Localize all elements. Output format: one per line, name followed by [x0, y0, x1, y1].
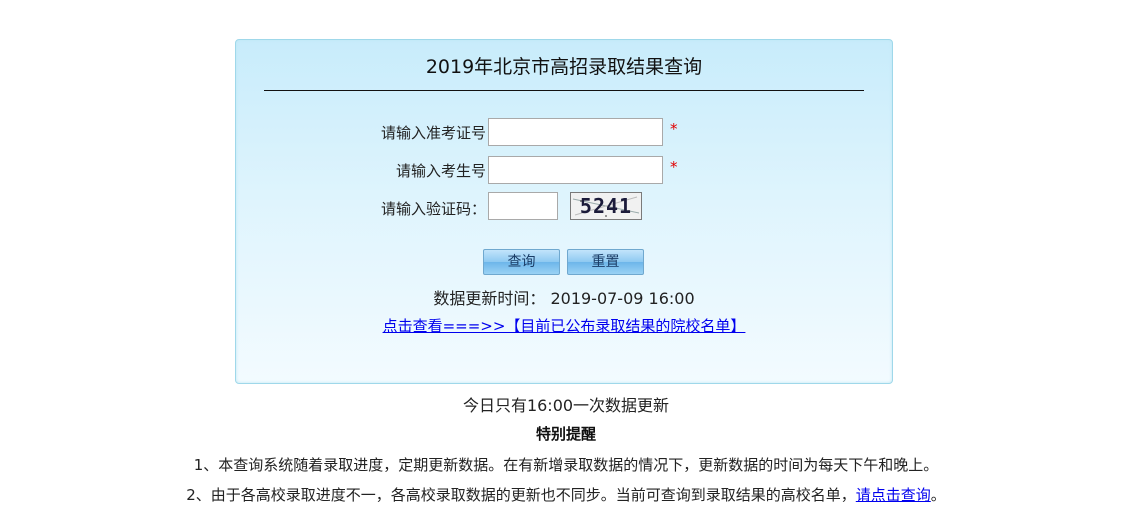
captcha-text: 5241	[579, 194, 633, 218]
update-time-value: 2019-07-09 16:00	[550, 289, 695, 308]
query-schools-link[interactable]: 请点击查询	[856, 486, 931, 504]
notice-item-2: 2、由于各高校录取进度不一，各高校录取数据的更新也不同步。当前可查询到录取结果的…	[0, 484, 1132, 505]
student-no-required-mark: *	[670, 158, 678, 176]
update-time-label: 数据更新时间：	[433, 289, 546, 308]
exam-ticket-label: 请输入准考证号	[380, 124, 486, 142]
notice-title: 特别提醒	[535, 425, 596, 443]
exam-ticket-required-mark: *	[670, 120, 678, 138]
update-time-line: 数据更新时间： 2019-07-09 16:00	[236, 285, 892, 309]
captcha-input[interactable]	[488, 192, 558, 220]
captcha-label: 请输入验证码：	[380, 200, 486, 218]
query-panel: 2019年北京市高招录取结果查询 请输入准考证号 * 请输入考生号 * 请输入验…	[235, 39, 893, 384]
student-no-label: 请输入考生号	[395, 162, 486, 180]
page-title: 2019年北京市高招录取结果查询	[425, 56, 703, 78]
title-divider	[264, 90, 864, 91]
exam-ticket-input[interactable]	[488, 118, 663, 146]
query-button[interactable]: 查询	[483, 249, 560, 275]
reset-button[interactable]: 重置	[567, 249, 644, 275]
notice-item-2-suffix: 。	[930, 486, 946, 504]
notice-item-1: 1、本查询系统随着录取进度，定期更新数据。在有新增录取数据的情况下，更新数据的时…	[193, 456, 939, 474]
captcha-image[interactable]: 5241	[570, 192, 642, 220]
notice-item-2-text: 2、由于各高校录取进度不一，各高校录取数据的更新也不同步。当前可查询到录取结果的…	[186, 486, 856, 504]
daily-update-note: 今日只有16:00一次数据更新	[462, 396, 670, 415]
student-no-input[interactable]	[488, 156, 663, 184]
published-schools-link[interactable]: 点击查看===>>【目前已公布录取结果的院校名单】	[236, 315, 892, 336]
